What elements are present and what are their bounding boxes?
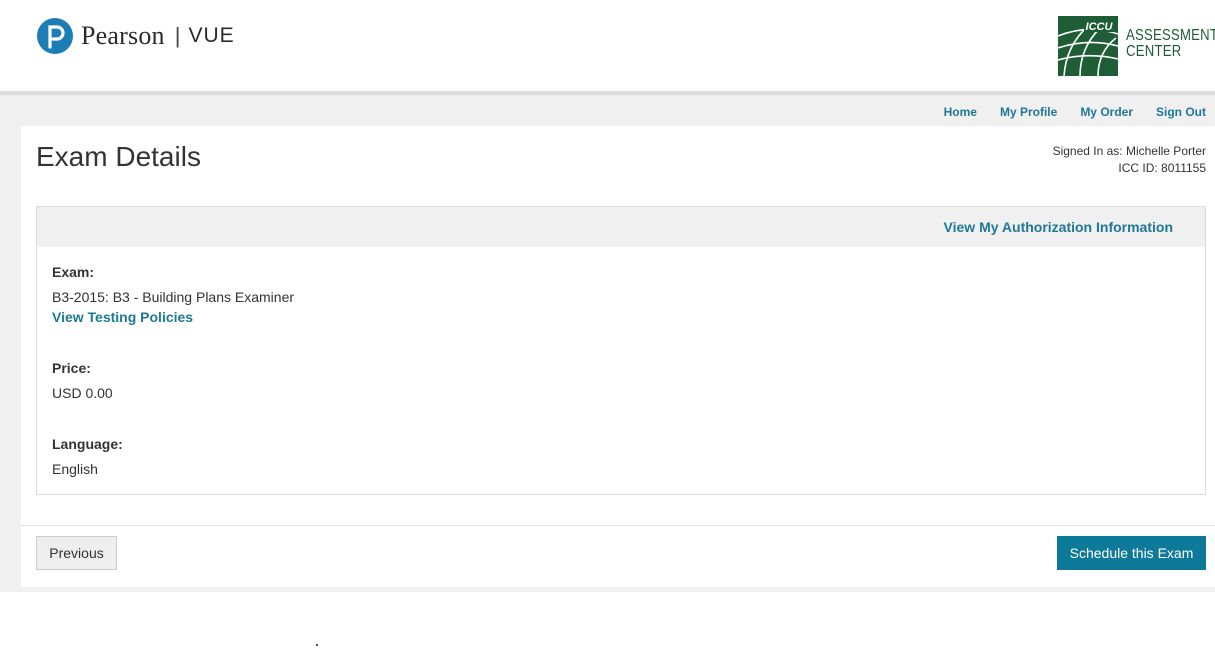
schedule-exam-button[interactable]: Schedule this Exam: [1057, 536, 1206, 570]
language-label: Language:: [52, 436, 123, 452]
nav-my-profile-link[interactable]: My Profile: [1000, 105, 1057, 119]
logo-separator: |: [174, 23, 181, 48]
pearson-wordmark: Pearson: [81, 21, 165, 50]
exam-label: Exam:: [52, 264, 95, 280]
language-value: English: [52, 461, 98, 477]
signed-in-info: Signed In as: Michelle Porter ICC ID: 80…: [1053, 143, 1206, 177]
site-header: Pearson | VUE ICCU ASSESSMENT CENTER: [0, 0, 1215, 91]
icc-logo-text: ASSESSMENT CENTER: [1126, 28, 1215, 60]
stray-dot: [316, 644, 318, 646]
pearson-p-icon: [37, 18, 73, 54]
vue-wordmark: VUE: [188, 24, 235, 47]
nav-sign-out-link[interactable]: Sign Out: [1156, 105, 1206, 119]
icc-badge-text: ICCU: [1086, 21, 1114, 33]
pearson-vue-logo[interactable]: Pearson | VUE: [37, 16, 235, 56]
icc-line-center: CENTER: [1126, 43, 1182, 60]
icc-assessment-center-logo[interactable]: ICCU ASSESSMENT CENTER: [1058, 16, 1215, 76]
view-authorization-link[interactable]: View My Authorization Information: [944, 219, 1173, 235]
icc-line-assessment: ASSESSMENT: [1126, 27, 1215, 44]
previous-button[interactable]: Previous: [36, 536, 117, 570]
nav-home-link[interactable]: Home: [944, 105, 977, 119]
exam-details-card: View My Authorization Information: [36, 206, 1206, 495]
exam-value: B3-2015: B3 - Building Plans Examiner: [52, 289, 295, 305]
page-title: Exam Details: [36, 141, 201, 172]
price-label: Price:: [52, 360, 91, 376]
view-testing-policies-link[interactable]: View Testing Policies: [52, 309, 193, 325]
top-navigation: Home My Profile My Order Sign Out: [944, 105, 1206, 119]
card-header: View My Authorization Information: [37, 207, 1205, 247]
nav-my-order-link[interactable]: My Order: [1080, 105, 1133, 119]
price-value: USD 0.00: [52, 385, 113, 401]
icc-globe-icon: ICCU: [1058, 16, 1118, 76]
icc-id: ICC ID: 8011155: [1118, 161, 1206, 175]
signed-in-user: Signed In as: Michelle Porter: [1052, 144, 1206, 158]
footer-divider: [21, 525, 1215, 526]
